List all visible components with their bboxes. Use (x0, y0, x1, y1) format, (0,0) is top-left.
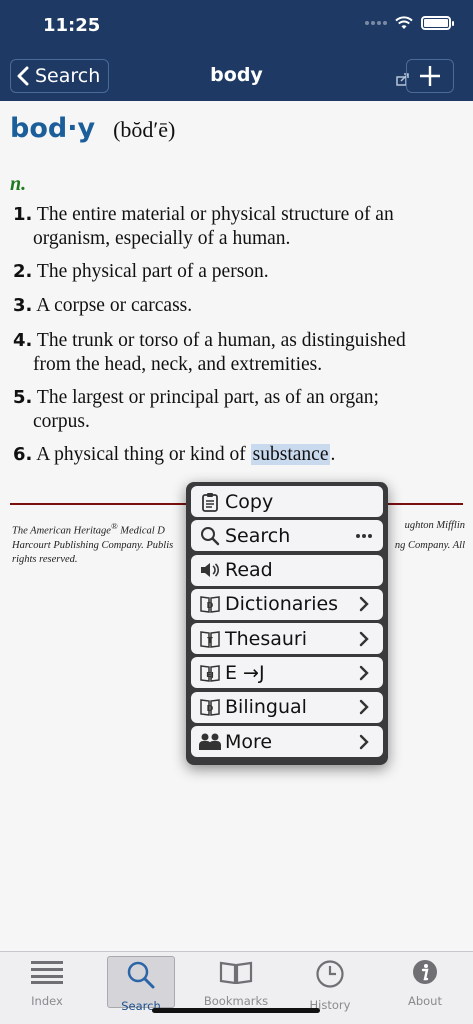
chevron-right-icon (355, 665, 373, 681)
sense-text: The entire material or physical structur… (36, 204, 394, 225)
copyright-text: ughton Mifflin (404, 520, 465, 531)
search-icon (126, 960, 156, 990)
menu-item-label: Dictionaries (225, 593, 339, 616)
sense-text: The physical part of a person. (36, 261, 269, 282)
menu-item-more[interactable]: More (191, 726, 383, 758)
chevron-right-icon (355, 631, 373, 647)
add-bookmark-button[interactable] (406, 59, 454, 93)
copyright-text: ng Company. All (394, 539, 465, 551)
menu-item-label: Read (225, 559, 273, 582)
menu-item-label: Thesauri (225, 627, 308, 650)
sense-2: 2. The physical part of a person. (13, 260, 453, 284)
menu-item-label: Bilingual (225, 696, 307, 719)
menu-item-label: Copy (225, 490, 274, 513)
headword: bod·y (10, 113, 96, 144)
headword-line: bod·y (bŏd′ē) (10, 113, 175, 144)
pronunciation: (bŏd′ē) (113, 117, 176, 142)
cellular-signal-icon (365, 21, 387, 25)
navigation-bar: 11:25 Search body (0, 0, 473, 101)
svg-text:D: D (207, 601, 214, 610)
chevron-right-icon (355, 596, 373, 612)
tab-index[interactable]: Index (13, 956, 81, 1008)
clock-icon (315, 959, 345, 989)
menu-item-read[interactable]: Read (191, 554, 383, 586)
sense-number: 6. (13, 444, 33, 465)
dictionary-book-icon: D (199, 593, 221, 615)
home-indicator (152, 1008, 320, 1013)
tab-bookmarks[interactable]: Bookmarks (202, 956, 270, 1008)
menu-item-e-to-j[interactable]: EJ E →J (191, 657, 383, 689)
sense-3: 3. A corpse or carcass. (13, 294, 453, 318)
copyright-text: Harcourt Publishing Company. Publis (12, 539, 174, 551)
selected-text[interactable]: substance (250, 444, 331, 465)
context-menu: Copy Search Read D Dictionaries T Thesau… (186, 482, 388, 765)
svg-text:T: T (207, 636, 213, 645)
menu-item-search[interactable]: Search (191, 520, 383, 552)
battery-icon (421, 16, 454, 30)
open-book-icon (219, 959, 253, 985)
tab-about[interactable]: About (391, 956, 459, 1008)
sense-text-continued: organism, especially of a human. (33, 228, 291, 249)
sense-text: The largest or principal part, as of an … (36, 387, 379, 408)
menu-item-copy[interactable]: Copy (191, 486, 383, 517)
tab-label: Index (31, 994, 63, 1008)
sense-number: 5. (13, 387, 33, 408)
sense-number: 3. (13, 295, 33, 316)
tab-history[interactable]: History (296, 956, 364, 1012)
menu-item-bilingual[interactable]: D Bilingual (191, 691, 383, 723)
tab-label: Bookmarks (203, 994, 269, 1008)
sense-6: 6. A physical thing or kind of substance… (13, 443, 453, 467)
speaker-icon (199, 559, 221, 581)
status-time: 11:25 (43, 15, 101, 36)
sense-text-continued: from the head, neck, and extremities. (33, 354, 323, 375)
wifi-icon (395, 16, 413, 29)
sense-4: 4. The trunk or torso of a human, as dis… (13, 329, 453, 377)
registered-mark: ® (110, 521, 118, 531)
chevron-right-icon (355, 734, 373, 750)
clipboard-icon (199, 491, 221, 513)
sense-text: The trunk or torso of a human, as distin… (36, 330, 406, 351)
menu-item-dictionaries[interactable]: D Dictionaries (191, 588, 383, 620)
menu-item-label: E →J (225, 661, 265, 684)
sense-text: A corpse or carcass. (36, 295, 193, 316)
more-icon[interactable] (355, 533, 373, 539)
sense-1: 1. The entire material or physical struc… (13, 203, 453, 251)
sense-text-continued: corpus. (33, 411, 90, 432)
tab-search[interactable]: Search (107, 956, 175, 1013)
sense-text: A physical thing or kind of (36, 444, 251, 465)
chevron-right-icon (355, 699, 373, 715)
sense-number: 2. (13, 261, 33, 282)
menu-item-thesauri[interactable]: T Thesauri (191, 623, 383, 655)
status-icons (365, 16, 454, 30)
copyright-text: The American Heritage (12, 525, 111, 537)
tab-bar: Index Search Bookmarks History About (0, 951, 473, 1024)
svg-text:D: D (207, 704, 214, 713)
info-icon (412, 959, 438, 985)
copyright-text: Medical D (117, 525, 165, 537)
part-of-speech: n. (10, 173, 27, 195)
sense-number: 1. (13, 204, 33, 225)
list-icon (31, 959, 63, 985)
svg-text:EJ: EJ (206, 671, 213, 679)
menu-item-label: More (225, 730, 273, 753)
sense-text-end: . (330, 444, 336, 465)
people-icon (199, 731, 221, 753)
menu-item-label: Search (225, 524, 291, 547)
magnifier-icon (199, 525, 221, 547)
bilingual-book-icon: D (199, 696, 221, 718)
sense-number: 4. (13, 330, 33, 351)
tab-label: About (407, 994, 442, 1008)
sense-5: 5. The largest or principal part, as of … (13, 386, 453, 434)
plus-icon (420, 66, 440, 86)
ej-book-icon: EJ (199, 662, 221, 684)
thesaurus-book-icon: T (199, 628, 221, 650)
